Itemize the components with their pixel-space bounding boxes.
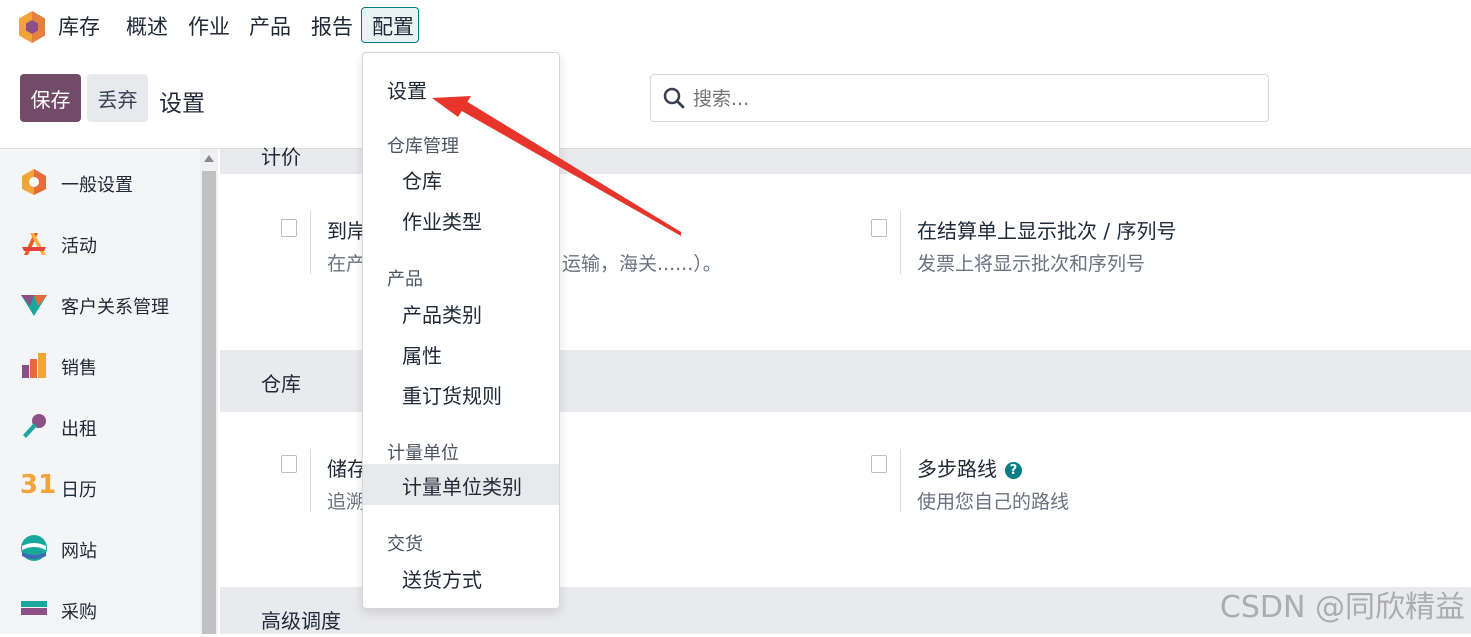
menu-products[interactable]: 产品 <box>249 13 291 41</box>
dropdown-item-label: 重订货规则 <box>402 384 502 408</box>
section-title: 高级调度 <box>261 609 341 633</box>
dropdown-item-uom-categories[interactable]: 计量单位类别 <box>363 464 559 505</box>
dropdown-item-reordering-rules[interactable]: 重订货规则 <box>363 373 559 413</box>
settings-sidebar: 一般设置 活动 客户关系管理 销售 出租 31 日历 网站 采购 <box>0 149 200 634</box>
multi-step-routes-checkbox[interactable] <box>871 455 887 473</box>
sidebar-item-purchase[interactable]: 采购 <box>0 581 200 637</box>
sales-icon <box>22 353 46 378</box>
setting-title: 储存 <box>327 457 367 481</box>
sidebar-item-label: 出租 <box>61 419 97 440</box>
dropdown-item-shipping-methods[interactable]: 送货方式 <box>363 557 559 597</box>
dropdown-item-attributes[interactable]: 属性 <box>363 333 559 373</box>
dropdown-group-header: 产品 <box>387 269 423 290</box>
calendar-icon: 31 <box>20 470 57 500</box>
section-title: 计价 <box>261 145 301 169</box>
dropdown-item-label: 设置 <box>387 79 427 103</box>
search-icon <box>663 87 685 109</box>
help-icon[interactable]: ? <box>1005 462 1022 479</box>
sidebar-item-label: 采购 <box>61 602 97 623</box>
dropdown-item-label: 产品类别 <box>402 303 482 327</box>
configuration-dropdown: 设置 仓库管理 仓库 作业类型 产品 产品类别 属性 重订货规则 计量单位 计量… <box>362 52 560 609</box>
dropdown-item-label: 计量单位类别 <box>402 475 522 499</box>
lots-on-invoice-checkbox[interactable] <box>871 219 887 237</box>
section-title: 仓库 <box>261 372 301 396</box>
sidebar-item-calendar[interactable]: 31 日历 <box>0 459 200 515</box>
dropdown-group-header: 仓库管理 <box>387 136 459 157</box>
dropdown-item-label: 属性 <box>402 344 442 368</box>
scroll-up-arrow-icon[interactable] <box>204 155 214 162</box>
menu-overview[interactable]: 概述 <box>126 13 168 41</box>
discard-button[interactable]: 丢弃 <box>87 74 148 122</box>
control-panel: 保存 丢弃 设置 <box>0 54 1471 149</box>
sidebar-item-activity[interactable]: 活动 <box>0 215 200 271</box>
scroll-thumb[interactable] <box>202 171 216 634</box>
menu-configuration[interactable]: 配置 <box>372 13 414 41</box>
sidebar-item-label: 一般设置 <box>61 175 133 196</box>
sidebar-item-sales[interactable]: 销售 <box>0 337 200 393</box>
general-settings-icon <box>22 169 46 195</box>
watermark: CSDN @同欣精益 <box>1219 590 1465 625</box>
landed-costs-checkbox[interactable] <box>281 219 297 237</box>
setting-desc: 发票上将显示批次和序列号 <box>917 253 1146 275</box>
sidebar-item-label: 日历 <box>61 480 97 501</box>
sidebar-scrollbar[interactable] <box>200 149 218 634</box>
inventory-app-icon[interactable] <box>18 10 46 44</box>
setting-desc: 使用您自己的路线 <box>917 491 1070 513</box>
storage-locations-checkbox[interactable] <box>281 455 297 473</box>
sidebar-item-label: 客户关系管理 <box>61 297 169 318</box>
dropdown-group-header: 交货 <box>387 534 423 555</box>
sidebar-item-website[interactable]: 网站 <box>0 520 200 576</box>
sidebar-item-label: 销售 <box>61 358 97 379</box>
dropdown-item-product-categories[interactable]: 产品类别 <box>363 292 559 332</box>
dropdown-item-operation-types[interactable]: 作业类型 <box>363 199 559 239</box>
dropdown-group-header: 计量单位 <box>387 443 459 464</box>
sidebar-item-rental[interactable]: 出租 <box>0 398 200 454</box>
divider <box>310 449 311 512</box>
setting-title-text: 多步路线 <box>917 457 997 481</box>
purchase-icon <box>21 601 47 615</box>
save-button[interactable]: 保存 <box>20 74 81 122</box>
dropdown-item-label: 作业类型 <box>402 210 482 234</box>
search-input[interactable] <box>691 85 1255 113</box>
website-icon <box>21 535 47 561</box>
menu-reporting[interactable]: 报告 <box>311 13 353 41</box>
app-title[interactable]: 库存 <box>58 13 100 41</box>
setting-desc: 追溯 <box>327 491 366 513</box>
divider <box>900 449 901 512</box>
dropdown-item-settings[interactable]: 设置 <box>363 68 559 108</box>
sidebar-item-label: 活动 <box>61 236 97 257</box>
top-navbar: 库存 概述 作业 产品 报告 配置 <box>0 0 1471 54</box>
breadcrumb: 设置 <box>159 91 205 117</box>
setting-title: 到岸 <box>327 219 367 243</box>
dropdown-item-label: 仓库 <box>402 169 442 193</box>
divider <box>900 211 901 274</box>
search-box[interactable] <box>650 74 1269 122</box>
sidebar-item-label: 网站 <box>61 541 97 562</box>
setting-desc-tail: 运输，海关......）。 <box>562 253 722 275</box>
rental-icon <box>23 414 46 438</box>
setting-title: 在结算单上显示批次 / 序列号 <box>917 219 1177 243</box>
menu-operations[interactable]: 作业 <box>188 13 230 41</box>
sidebar-item-crm[interactable]: 客户关系管理 <box>0 276 200 332</box>
setting-desc: 在产 <box>327 253 366 275</box>
crm-icon <box>21 295 47 316</box>
dropdown-item-warehouses[interactable]: 仓库 <box>363 158 559 198</box>
setting-title: 多步路线? <box>917 453 1022 482</box>
dropdown-item-label: 送货方式 <box>402 568 482 592</box>
activity-icon <box>22 233 46 255</box>
sidebar-item-general-settings[interactable]: 一般设置 <box>0 154 200 210</box>
divider <box>310 211 311 274</box>
